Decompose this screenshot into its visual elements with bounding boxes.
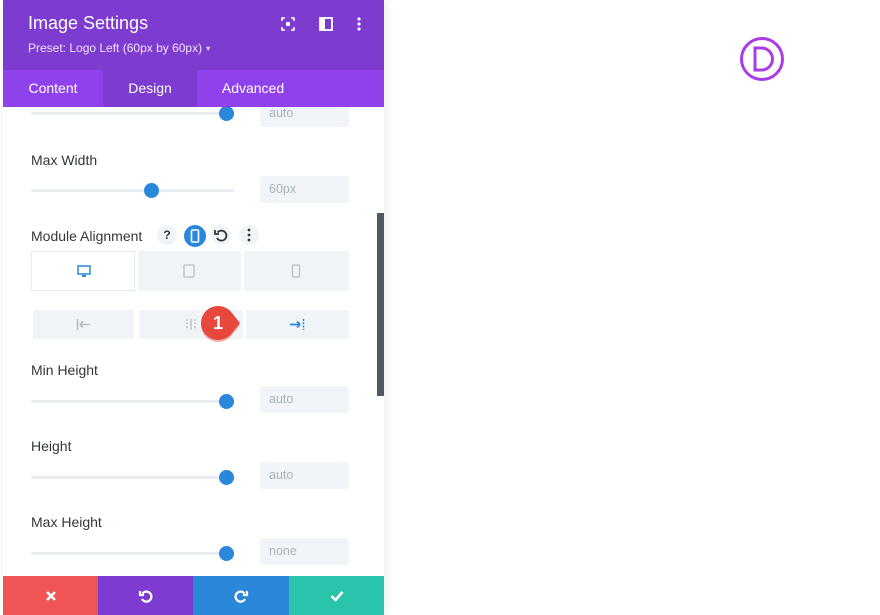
close-icon xyxy=(45,590,56,601)
help-button[interactable]: ? xyxy=(157,225,177,245)
width-slider-track[interactable] xyxy=(31,112,234,115)
height-slider-knob[interactable] xyxy=(219,470,234,485)
redo-icon xyxy=(234,590,249,603)
panel-scrollbar[interactable] xyxy=(377,213,384,396)
align-left-button[interactable] xyxy=(33,310,134,339)
expand-icon[interactable] xyxy=(280,16,296,32)
responsive-toggle-button[interactable] xyxy=(184,225,206,247)
device-tab-desktop[interactable] xyxy=(31,251,135,291)
discard-button[interactable] xyxy=(3,576,98,615)
panel-title: Image Settings xyxy=(28,13,149,33)
min-height-slider-track[interactable] xyxy=(31,400,234,403)
max-width-slider-knob[interactable] xyxy=(144,183,159,198)
max-height-slider-track[interactable] xyxy=(31,552,234,555)
reset-icon xyxy=(214,229,228,242)
redo-button[interactable] xyxy=(193,576,289,615)
align-right-icon xyxy=(290,319,305,330)
height-slider-track[interactable] xyxy=(31,476,234,479)
device-tab-tablet[interactable] xyxy=(138,251,241,291)
height-value-input[interactable]: auto xyxy=(260,462,349,489)
phone-icon xyxy=(291,264,301,278)
tab-bar: Content Design Advanced xyxy=(3,70,384,107)
reset-button[interactable] xyxy=(211,225,231,245)
desktop-icon xyxy=(77,265,91,277)
divi-logo xyxy=(739,36,785,82)
step-badge: 1 xyxy=(199,305,241,343)
preset-label: Preset: Logo Left (60px by 60px) xyxy=(28,41,203,55)
align-center-icon xyxy=(186,319,196,330)
undo-icon xyxy=(138,590,152,603)
checkmark-icon xyxy=(330,590,343,602)
panel-body: auto Max Width 60px Module Alignment ? 1… xyxy=(3,107,384,576)
align-right-button[interactable] xyxy=(246,310,349,339)
kebab-icon xyxy=(247,228,251,242)
caret-down-icon: ▾ xyxy=(206,44,211,53)
max-height-slider-knob[interactable] xyxy=(219,546,234,561)
max-width-label: Max Width xyxy=(31,152,98,168)
tab-content[interactable]: Content xyxy=(3,70,103,107)
tab-design[interactable]: Design xyxy=(103,70,197,107)
preset-selector[interactable]: Preset: Logo Left (60px by 60px) ▾ xyxy=(28,41,210,55)
max-height-label: Max Height xyxy=(31,514,102,530)
align-left-icon xyxy=(76,319,90,330)
kebab-menu-icon[interactable] xyxy=(351,16,367,32)
panel-footer xyxy=(3,576,384,615)
width-slider-knob[interactable] xyxy=(219,107,234,121)
more-options-button[interactable] xyxy=(239,225,259,245)
max-height-value-input[interactable]: none xyxy=(260,538,349,565)
min-height-label: Min Height xyxy=(31,362,98,378)
undo-button[interactable] xyxy=(98,576,193,615)
phone-icon xyxy=(190,229,200,243)
step-number: 1 xyxy=(213,313,223,333)
tab-advanced[interactable]: Advanced xyxy=(197,70,309,107)
panel-header: Image Settings Preset: Logo Left (60px b… xyxy=(3,0,384,70)
split-view-icon[interactable] xyxy=(318,16,334,32)
height-label: Height xyxy=(31,438,72,454)
max-width-value-input[interactable]: 60px xyxy=(260,176,349,203)
device-tab-phone[interactable] xyxy=(244,251,349,291)
tablet-icon xyxy=(183,264,195,278)
save-button[interactable] xyxy=(289,576,384,615)
min-height-slider-knob[interactable] xyxy=(219,394,234,409)
min-height-value-input[interactable]: auto xyxy=(260,386,349,413)
width-value-input[interactable]: auto xyxy=(260,107,349,127)
max-width-slider-track[interactable] xyxy=(31,189,234,192)
settings-panel: Image Settings Preset: Logo Left (60px b… xyxy=(3,0,384,615)
module-alignment-label: Module Alignment xyxy=(31,228,143,244)
